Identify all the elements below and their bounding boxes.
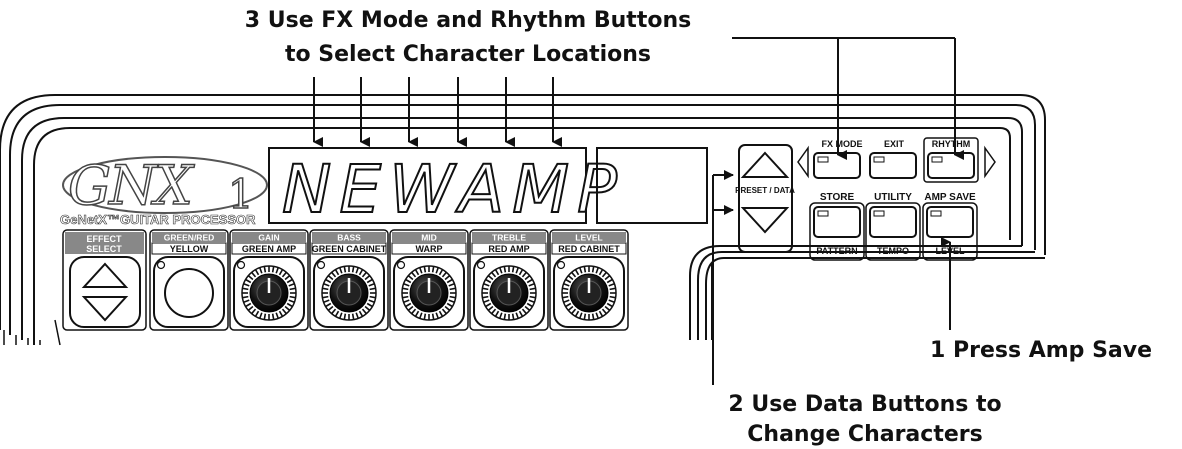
effect-select-panel: EFFECT SELECT — [62, 229, 147, 331]
knob-bottom-label: GREEN CABINET — [312, 244, 387, 254]
knob-top-label: BASS — [337, 233, 361, 243]
knob-bottom-label: RED AMP — [488, 244, 529, 254]
knob-section-1: GAINGREEN AMP — [229, 229, 309, 331]
knob-top-label: GREEN/RED — [164, 233, 215, 243]
led-indicator — [316, 260, 326, 270]
display-text: NEWAMP — [282, 151, 625, 228]
knob-top-label: GAIN — [258, 233, 279, 243]
knob-section-0: GREEN/REDYELLOW — [149, 229, 229, 331]
pattern-label: PATTERN — [816, 246, 857, 256]
exit-label: EXIT — [884, 139, 905, 149]
knob-top-label: LEVEL — [575, 233, 602, 243]
knob-bottom-label: YELLOW — [170, 244, 209, 254]
button-group: FX MODE EXIT RHYTHM STORE PATTERN UTILIT… — [797, 137, 996, 261]
led-indicator — [156, 260, 166, 270]
step3-arrows — [313, 37, 964, 160]
store-label: STORE — [820, 192, 855, 203]
gnx1-logo: GNX 1 — [62, 153, 268, 219]
knob-section-2: BASSGREEN CABINET — [309, 229, 389, 331]
fx-mode-label: FX MODE — [821, 139, 862, 149]
svg-text:GNX: GNX — [68, 154, 195, 217]
led-indicator — [556, 260, 566, 270]
footswitch-button[interactable] — [164, 268, 214, 318]
left-arrow-icon — [797, 145, 809, 179]
led-indicator — [236, 260, 246, 270]
amp-save-label: AMP SAVE — [924, 192, 976, 203]
preset-data-panel: PRESET / DATA — [735, 144, 795, 253]
led-indicator — [396, 260, 406, 270]
knob-bottom-label: GREEN AMP — [242, 244, 296, 254]
led-indicator — [476, 260, 486, 270]
data-down-button[interactable] — [740, 207, 790, 234]
utility-label: UTILITY — [874, 192, 912, 203]
effect-select-line1: EFFECT — [87, 234, 123, 244]
main-display: NEWAMP — [268, 147, 625, 229]
knob-top-label: TREBLE — [492, 233, 526, 243]
product-subtitle: GeNetX™GUITAR PROCESSOR — [60, 212, 256, 227]
rhythm-label: RHYTHM — [932, 139, 971, 149]
effect-select-line2: SELECT — [86, 244, 122, 254]
knob-top-label: MID — [421, 233, 437, 243]
knob-section-3: MIDWARP — [389, 229, 469, 331]
data-up-button[interactable] — [740, 151, 790, 178]
knob-bottom-label: WARP — [416, 244, 443, 254]
knob-section-4: TREBLERED AMP — [469, 229, 549, 331]
tempo-label: TEMPO — [877, 246, 909, 256]
knob-bottom-label: RED CABINET — [558, 244, 620, 254]
knob-row: GREEN/REDYELLOWGAINGREEN AMPBASSGREEN CA… — [149, 229, 629, 331]
right-arrow-icon — [984, 145, 996, 179]
preset-data-label: PRESET / DATA — [735, 186, 795, 195]
knob-section-5: LEVELRED CABINET — [549, 229, 629, 331]
